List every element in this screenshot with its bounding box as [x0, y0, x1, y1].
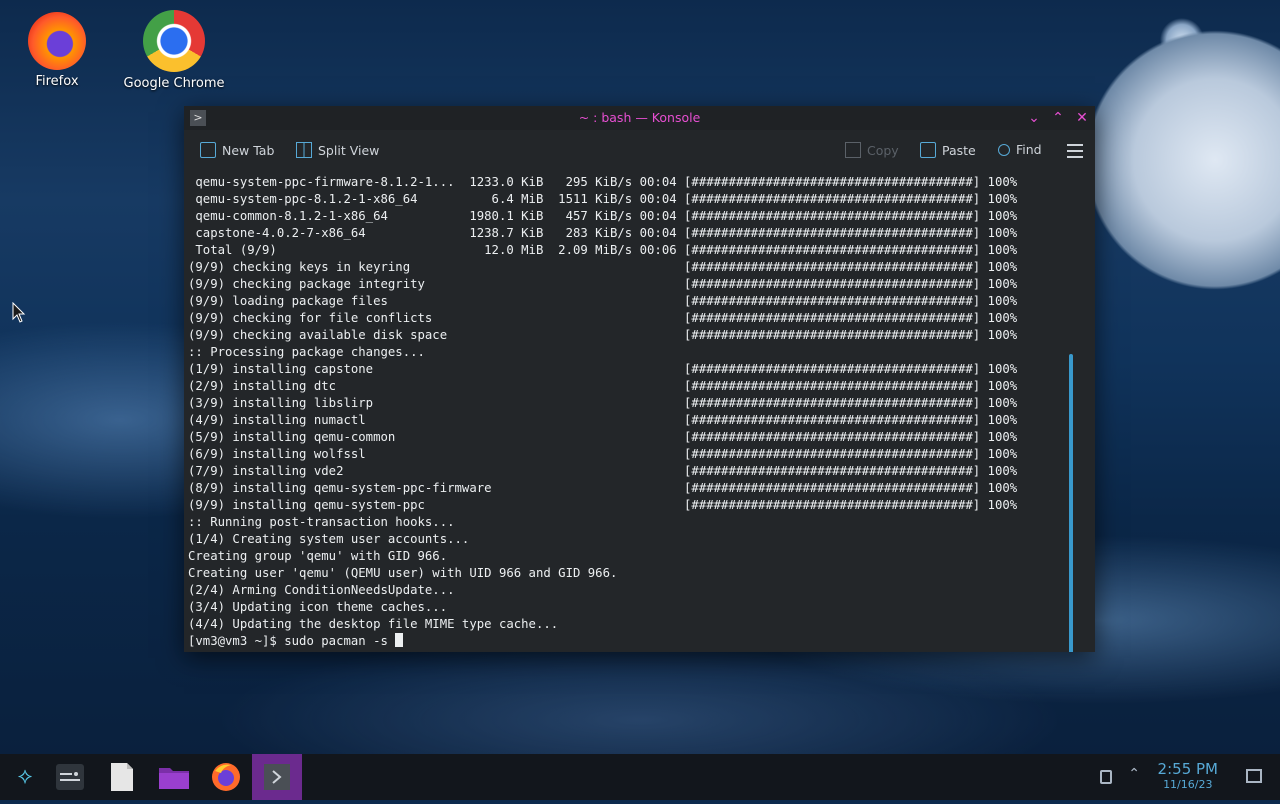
copy-icon: [845, 142, 861, 158]
copy-button[interactable]: Copy: [845, 142, 899, 158]
taskbar-file-manager[interactable]: [157, 761, 191, 793]
show-desktop-icon[interactable]: [1246, 769, 1262, 783]
terminal-line: (2/4) Arming ConditionNeedsUpdate...: [188, 583, 455, 597]
folder-icon: [159, 768, 189, 789]
terminal-line: Creating group 'qemu' with GID 966.: [188, 549, 448, 563]
desktop-icon-firefox[interactable]: Firefox: [2, 12, 112, 89]
chrome-icon: [143, 10, 205, 72]
terminal-line: (6/9) installing wolfssl [##############…: [188, 447, 1018, 461]
terminal-line: (9/9) loading package files [###########…: [188, 294, 1018, 308]
terminal-prompt-line[interactable]: [vm3@vm3 ~]$ sudo pacman -s: [184, 633, 1079, 650]
taskbar-text-editor[interactable]: [105, 761, 139, 793]
terminal-line: (9/9) installing qemu-system-ppc [######…: [188, 498, 1018, 512]
terminal-line: (9/9) checking keys in keyring [########…: [188, 260, 1018, 274]
terminal-line: (8/9) installing qemu-system-ppc-firmwar…: [188, 481, 1018, 495]
terminal-icon: [264, 764, 290, 790]
terminal-line: (9/9) checking available disk space [###…: [188, 328, 1018, 342]
terminal-line: (4/4) Updating the desktop file MIME typ…: [188, 617, 559, 631]
paste-label: Paste: [942, 142, 976, 158]
maximize-icon[interactable]: ⌃: [1049, 109, 1067, 127]
paste-icon: [920, 142, 936, 158]
terminal-line: Creating user 'qemu' (QEMU user) with UI…: [188, 566, 618, 580]
terminal-line: (5/9) installing qemu-common [##########…: [188, 430, 1018, 444]
system-tray-expand-icon[interactable]: ⌃: [1128, 766, 1140, 782]
new-tab-label: New Tab: [222, 142, 275, 158]
desktop-icon-label: Google Chrome: [123, 76, 225, 91]
new-tab-button[interactable]: New Tab: [200, 142, 274, 158]
paste-button[interactable]: Paste: [920, 142, 976, 158]
terminal-line: (9/9) checking for file conflicts [#####…: [188, 311, 1018, 325]
application-launcher-icon[interactable]: ⟡: [8, 761, 42, 793]
taskbar-konsole[interactable]: [252, 754, 302, 800]
terminal-line: (1/9) installing capstone [#############…: [188, 362, 1018, 376]
terminal-scrollbar[interactable]: [1069, 354, 1073, 652]
desktop-icon-label: Firefox: [35, 74, 79, 89]
terminal-line: :: Running post-transaction hooks...: [188, 515, 455, 529]
split-view-label: Split View: [318, 142, 380, 158]
terminal-line: capstone-4.0.2-7-x86_64 1238.7 KiB 283 K…: [188, 226, 1018, 240]
clock-date: 11/16/23: [1163, 778, 1213, 791]
window-title: ~ : bash — Konsole: [578, 110, 701, 125]
settings-panel-icon: [56, 764, 84, 790]
copy-label: Copy: [867, 142, 899, 158]
terminal-line: (7/9) installing vde2 [#################…: [188, 464, 1018, 478]
terminal-line: (3/9) installing libslirp [#############…: [188, 396, 1018, 410]
firefox-icon: [28, 12, 86, 70]
find-button[interactable]: Find: [998, 142, 1042, 157]
mouse-pointer-icon: [12, 302, 26, 323]
terminal-line: (3/4) Updating icon theme caches...: [188, 600, 448, 614]
terminal-line: Total (9/9) 12.0 MiB 2.09 MiB/s 00:06 [#…: [188, 243, 1018, 257]
terminal-line: (1/4) Creating system user accounts...: [188, 532, 470, 546]
taskbar-firefox[interactable]: [209, 761, 243, 793]
new-tab-icon: [200, 142, 216, 158]
document-icon: [111, 763, 133, 791]
terminal-line: (9/9) checking package integrity [######…: [188, 277, 1018, 291]
title-bar[interactable]: > ~ : bash — Konsole ⌄ ⌃ ✕: [184, 106, 1095, 130]
clock-time: 2:55 PM: [1157, 760, 1218, 778]
terminal-line: (2/9) installing dtc [##################…: [188, 379, 1018, 393]
terminal-line: qemu-system-ppc-8.1.2-1-x86_64 6.4 MiB 1…: [188, 192, 1018, 206]
text-cursor: [395, 633, 404, 647]
konsole-window: > ~ : bash — Konsole ⌄ ⌃ ✕ New Tab Split…: [184, 106, 1095, 652]
terminal-line: qemu-system-ppc-firmware-8.1.2-1... 1233…: [188, 175, 1018, 189]
terminal-line: :: Processing package changes...: [188, 345, 425, 359]
terminal-output[interactable]: qemu-system-ppc-firmware-8.1.2-1... 1233…: [184, 174, 1079, 652]
hamburger-menu-icon[interactable]: [1067, 144, 1083, 158]
taskbar: ⟡ ⌃ 2:55 PM 11/16/23: [0, 754, 1280, 800]
terminal-prompt: [vm3@vm3 ~]$ sudo pacman -s: [188, 634, 396, 648]
find-label: Find: [1016, 142, 1042, 157]
clipboard-icon[interactable]: [1100, 770, 1112, 784]
firefox-icon: [212, 763, 240, 791]
digital-clock[interactable]: 2:55 PM 11/16/23: [1158, 760, 1218, 791]
close-icon[interactable]: ✕: [1073, 109, 1091, 127]
minimize-icon[interactable]: ⌄: [1025, 109, 1043, 127]
split-view-icon: [296, 142, 312, 158]
terminal-line: qemu-common-8.1.2-1-x86_64 1980.1 KiB 45…: [188, 209, 1018, 223]
toolbar: New Tab Split View Copy Paste Find: [184, 130, 1095, 174]
terminal-lines: qemu-system-ppc-firmware-8.1.2-1... 1233…: [184, 174, 1079, 633]
desktop-icon-chrome[interactable]: Google Chrome: [119, 10, 229, 91]
split-view-button[interactable]: Split View: [296, 142, 379, 158]
taskbar-system-settings[interactable]: [53, 761, 87, 793]
terminal-line: (4/9) installing numactl [##############…: [188, 413, 1018, 427]
search-icon: [998, 143, 1010, 156]
